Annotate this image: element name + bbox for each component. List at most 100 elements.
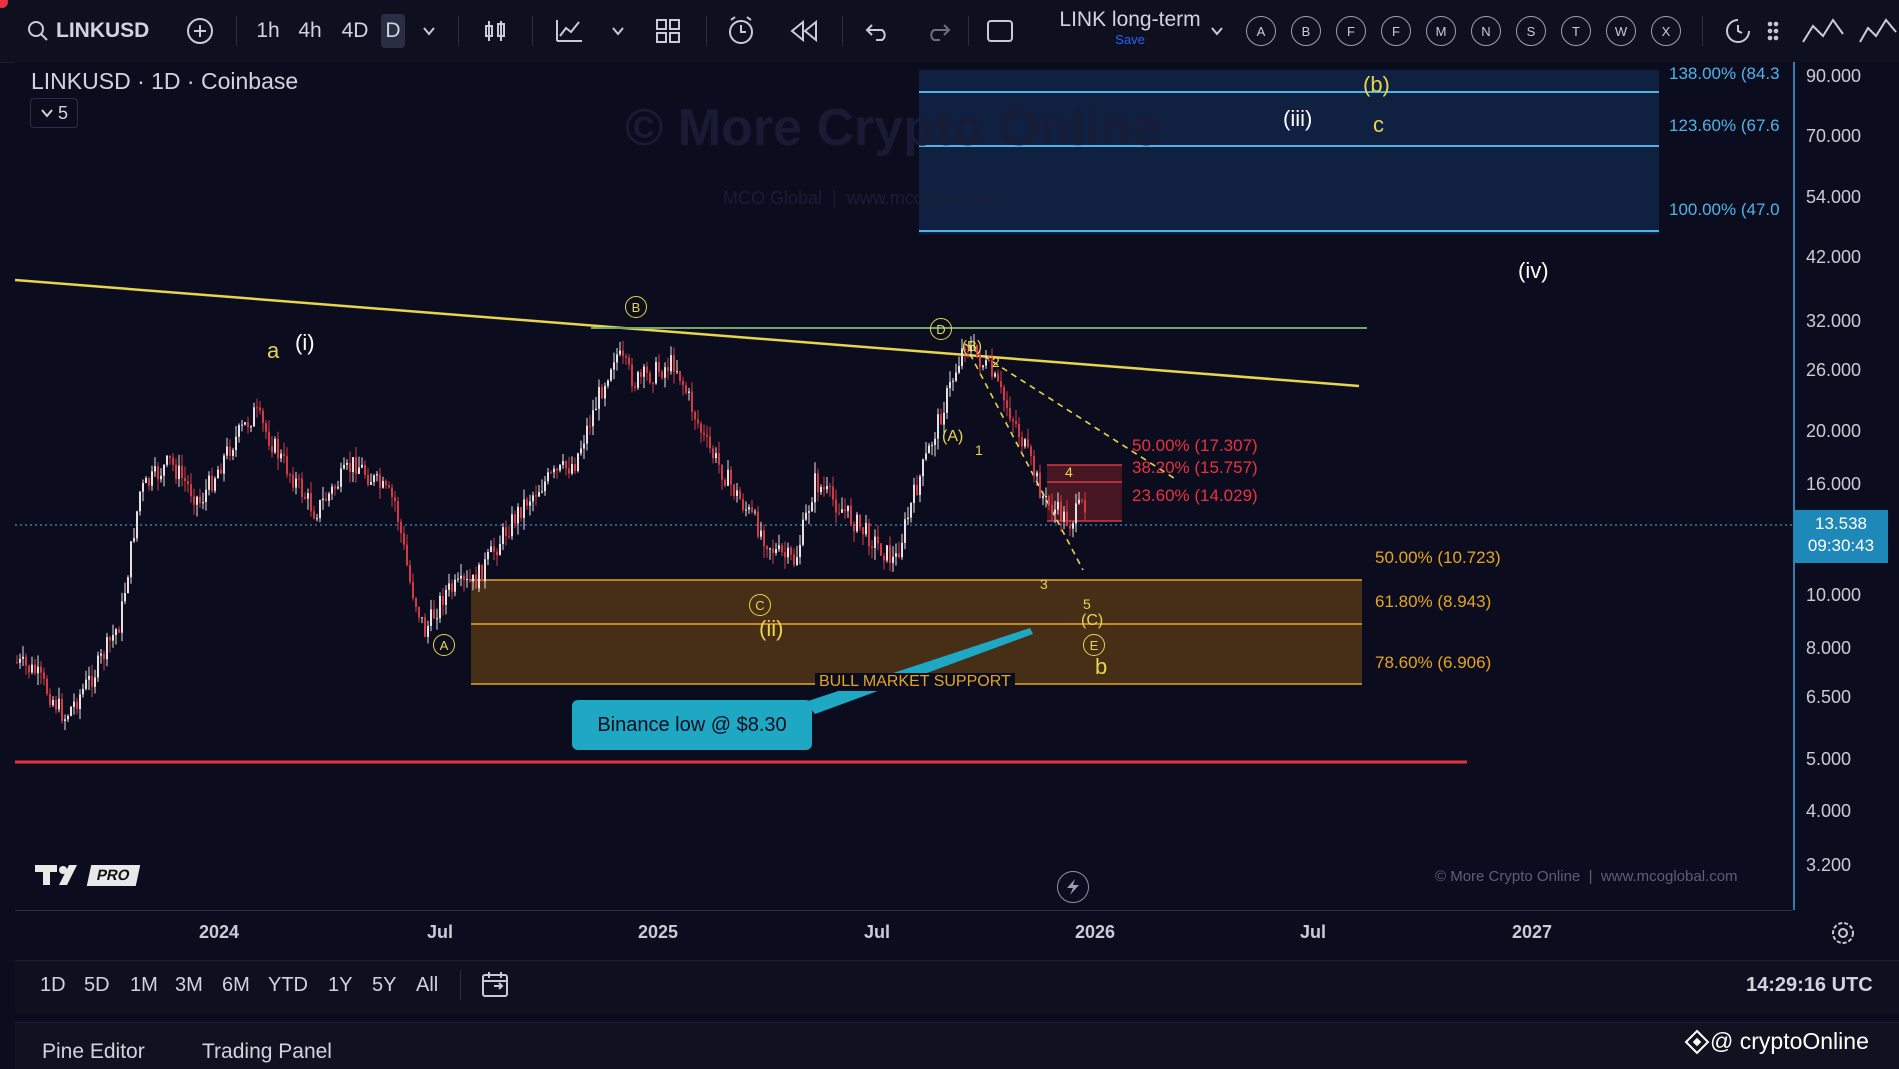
layouts-button[interactable] — [650, 14, 686, 48]
candle-body — [28, 665, 30, 673]
alert-button[interactable] — [724, 14, 760, 48]
candle-body — [616, 354, 618, 363]
chart-settings-button[interactable] — [1830, 920, 1856, 951]
redo-button[interactable] — [920, 14, 956, 48]
compare-button[interactable] — [182, 14, 218, 48]
timer-button[interactable] — [1722, 14, 1754, 48]
chevron-down-icon — [612, 27, 624, 36]
candle-body — [109, 637, 111, 641]
candle-body — [226, 446, 228, 456]
candle-body — [931, 444, 933, 446]
candle-body — [133, 538, 135, 542]
interval-4d[interactable]: 4D — [338, 14, 372, 48]
symbol-search-button[interactable]: LINKUSD — [26, 14, 156, 48]
quick-symbol-f2[interactable]: F — [1381, 16, 1411, 46]
quick-symbol-x[interactable]: X — [1651, 16, 1681, 46]
quick-symbol-s[interactable]: S — [1516, 16, 1546, 46]
range-1m[interactable]: 1M — [130, 974, 158, 997]
fullscreen-button[interactable] — [982, 14, 1018, 48]
quick-symbol-f1[interactable]: F — [1336, 16, 1366, 46]
current-price-value: 13.538 — [1815, 514, 1867, 533]
candle-body — [97, 655, 99, 678]
tab-trading-panel[interactable]: Trading Panel — [202, 1040, 332, 1064]
fib-label-786: 78.60% (6.906) — [1375, 653, 1492, 672]
candle-body — [151, 471, 153, 486]
fib-label-50-mid: 50.00% (17.307) — [1132, 436, 1258, 455]
candle-body — [304, 496, 306, 499]
chart-type-button[interactable] — [477, 14, 513, 48]
candle-body — [1072, 523, 1074, 529]
candle-body — [142, 483, 144, 492]
price-tick: 10.000 — [1806, 585, 1862, 605]
candle-body — [331, 486, 333, 494]
goto-date-button[interactable] — [480, 970, 512, 1005]
range-1y[interactable]: 1Y — [328, 974, 352, 997]
wave-label-a: a — [267, 338, 280, 363]
candle-body — [190, 484, 192, 497]
candle-body — [949, 381, 951, 389]
wave-label-iii: (iii) — [1283, 106, 1313, 131]
range-1d[interactable]: 1D — [40, 974, 66, 997]
candle-body — [235, 436, 237, 451]
candle-body — [808, 511, 810, 513]
candle-body — [349, 462, 351, 473]
candle-body — [388, 485, 390, 488]
range-5d[interactable]: 5D — [84, 974, 110, 997]
candle-body — [124, 593, 126, 602]
price-tick: 4.000 — [1806, 801, 1852, 821]
interval-dropdown[interactable] — [418, 14, 440, 48]
range-6m[interactable]: 6M — [222, 974, 250, 997]
fib-label-138: 138.00% (84.3 — [1669, 64, 1780, 83]
quick-symbol-n[interactable]: N — [1471, 16, 1501, 46]
layout-dropdown[interactable] — [1206, 14, 1228, 48]
quick-symbol-t[interactable]: T — [1561, 16, 1591, 46]
event-marker[interactable] — [1057, 871, 1089, 903]
tab-pine-editor[interactable]: Pine Editor — [42, 1040, 145, 1064]
chart-area[interactable]: LINKUSD · 1D · Coinbase 5 © More Crypto … — [15, 62, 1795, 910]
candle-body — [853, 523, 855, 532]
interval-d[interactable]: D — [381, 14, 405, 48]
interval-1h[interactable]: 1h — [254, 14, 282, 48]
layout-name-button[interactable]: LINK long-term Save — [1030, 8, 1230, 54]
quick-symbol-b[interactable]: B — [1291, 16, 1321, 46]
utc-clock[interactable]: 14:29:16 UTC — [1746, 974, 1873, 997]
replay-button[interactable] — [786, 14, 822, 48]
candle-body — [241, 424, 243, 426]
indicators-button[interactable] — [551, 14, 587, 48]
candle-body — [271, 445, 273, 453]
price-tick: 3.200 — [1806, 855, 1852, 875]
candle-body — [598, 387, 600, 409]
wave-tool-123[interactable] — [1858, 14, 1898, 48]
candle-body — [748, 507, 750, 510]
indicators-dropdown[interactable] — [607, 14, 629, 48]
candle-body — [895, 553, 897, 557]
wave-tool-abc[interactable] — [1800, 14, 1846, 48]
current-price-tag: 13.538 09:30:43 — [1794, 510, 1888, 563]
range-all[interactable]: All — [416, 974, 438, 997]
more-drag-handle[interactable] — [1762, 14, 1784, 48]
candle-body — [1069, 525, 1071, 529]
wave-label-B-paren: (B) — [962, 338, 982, 355]
range-3m[interactable]: 3M — [175, 974, 203, 997]
candle-body — [307, 493, 309, 499]
price-tick: 42.000 — [1806, 247, 1862, 267]
range-ytd[interactable]: YTD — [268, 974, 308, 997]
time-tick: 2024 — [199, 922, 240, 942]
candle-body — [733, 484, 735, 496]
candle-body — [19, 658, 21, 663]
candle-body — [61, 698, 63, 721]
interval-4h[interactable]: 4h — [296, 14, 324, 48]
quick-symbol-a[interactable]: A — [1246, 16, 1276, 46]
footer-watermark: © More Crypto Online | www.mcoglobal.com — [1435, 868, 1738, 885]
candle-body — [865, 523, 867, 535]
quick-symbol-m[interactable]: M — [1426, 16, 1456, 46]
fib-label-123: 123.60% (67.6 — [1669, 116, 1780, 135]
quick-symbol-w[interactable]: W — [1606, 16, 1636, 46]
undo-button[interactable] — [860, 14, 896, 48]
legend-collapse-button[interactable]: 5 — [30, 98, 78, 128]
candle-body — [475, 574, 477, 589]
candle-body — [1081, 499, 1083, 501]
candle-body — [1030, 446, 1032, 457]
range-5y[interactable]: 5Y — [372, 974, 396, 997]
price-tick: 32.000 — [1806, 311, 1862, 331]
